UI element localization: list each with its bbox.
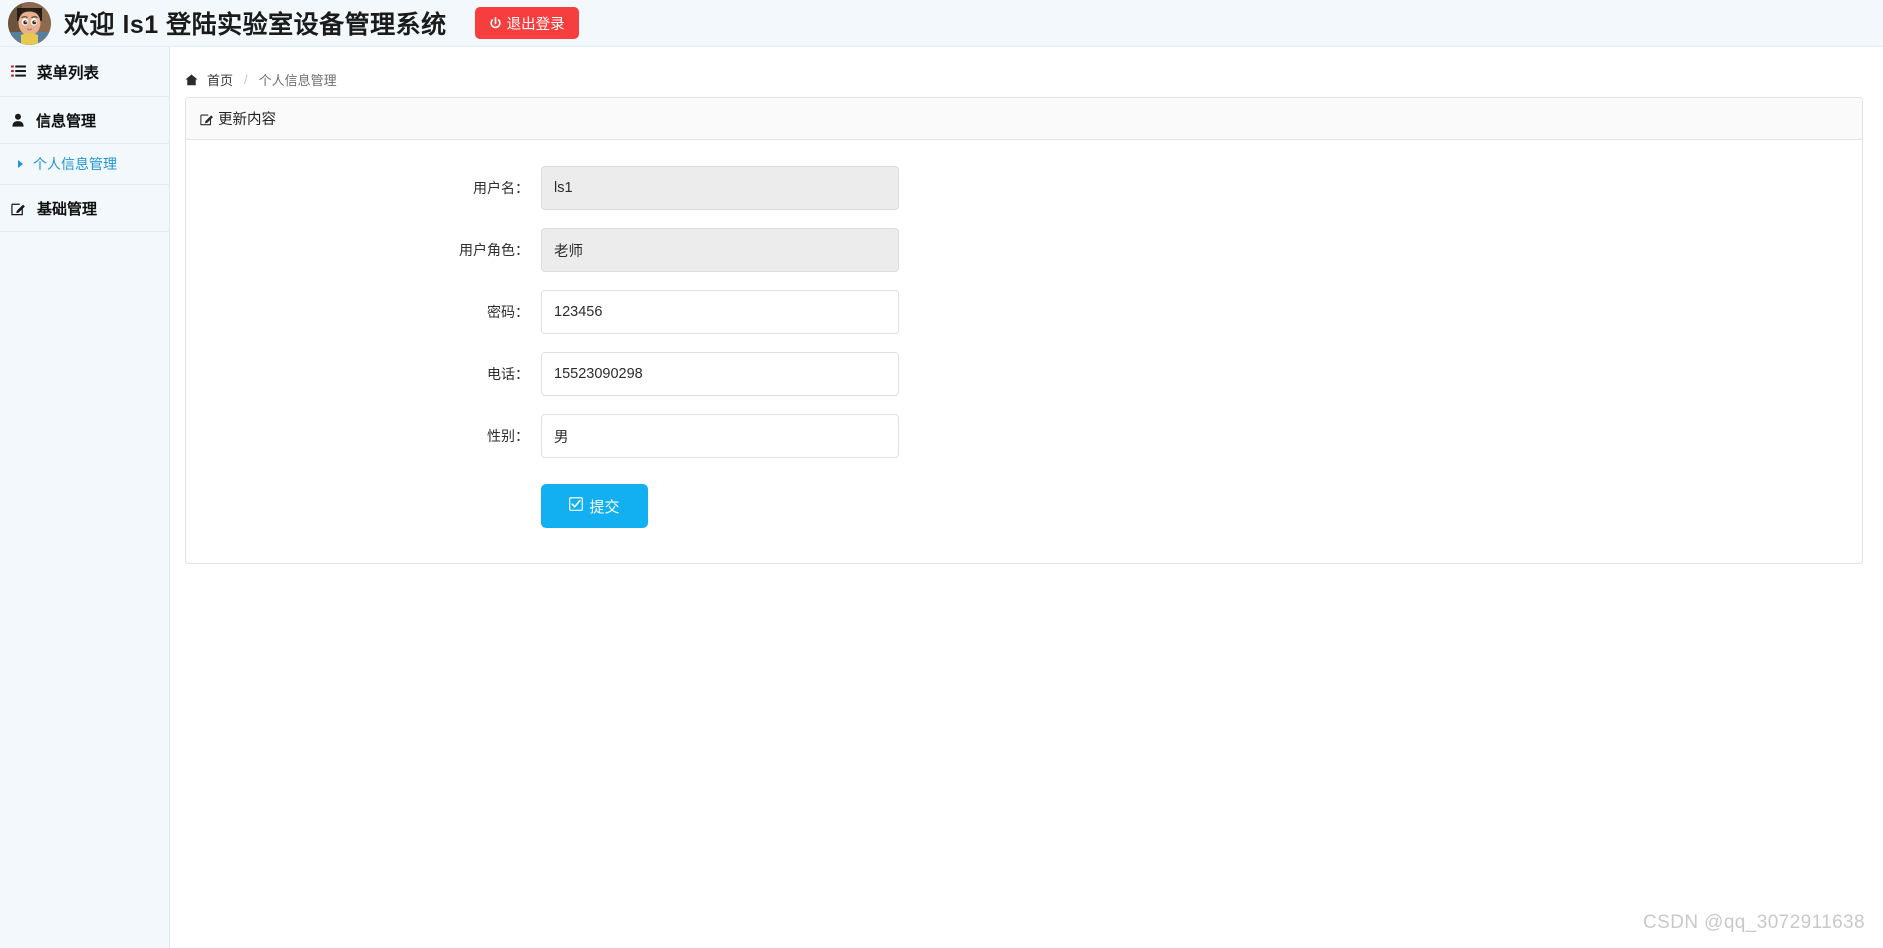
breadcrumb-current: 个人信息管理 (258, 73, 337, 88)
caret-right-icon (18, 160, 23, 168)
logout-button[interactable]: 退出登录 (474, 7, 579, 39)
avatar (8, 2, 51, 45)
panel-heading-label: 更新内容 (218, 112, 276, 128)
username-input (541, 166, 899, 210)
breadcrumb-separator: / (244, 72, 248, 87)
gender-input[interactable] (541, 414, 899, 458)
checkbox-checked-icon (569, 497, 584, 515)
form-actions-spacer (186, 484, 541, 528)
list-icon (11, 65, 26, 78)
sidebar-group-basic-management[interactable]: 基础管理 (0, 185, 169, 232)
sidebar: 菜单列表 信息管理 个人信息管理 基础管理 (0, 47, 170, 948)
home-icon (185, 74, 198, 86)
breadcrumb: 首页 / 个人信息管理 (170, 47, 1883, 93)
sidebar-group-label: 基础管理 (37, 200, 98, 218)
panel-body: 用户名： 用户角色： 密码： 电话： 性别： (186, 140, 1862, 558)
panel-heading: 更新内容 (186, 98, 1862, 140)
form-row-phone: 电话： (186, 352, 1862, 396)
edit-square-icon (11, 201, 26, 216)
edit-square-icon (200, 112, 214, 126)
form-row-username: 用户名： (186, 166, 1862, 210)
update-content-panel: 更新内容 用户名： 用户角色： 密码： 电话： (185, 97, 1863, 564)
user-icon (11, 113, 25, 127)
phone-input[interactable] (541, 352, 899, 396)
breadcrumb-home-link[interactable]: 首页 (207, 70, 233, 89)
logout-label: 退出登录 (506, 16, 565, 33)
sidebar-menu-header-label: 菜单列表 (37, 64, 100, 82)
submit-label: 提交 (589, 498, 620, 516)
content-area: 首页 / 个人信息管理 更新内容 用户名： ls1 用户角色： 老师 密码： 1… (170, 47, 1883, 948)
sidebar-item-label: 个人信息管理 (33, 156, 117, 172)
password-label: 密码： (487, 304, 529, 320)
form-row-gender: 性别： (186, 414, 1862, 458)
phone-label: 电话： (487, 366, 529, 382)
power-icon (489, 16, 502, 30)
sidebar-menu-header: 菜单列表 (0, 47, 169, 97)
sidebar-item-personal-info-management[interactable]: 个人信息管理 (0, 144, 169, 185)
form-actions: 提交 (186, 484, 1862, 528)
user-role-input (541, 228, 899, 272)
gender-label: 性别： (487, 428, 529, 444)
avatar-image (8, 2, 51, 45)
username-label: 用户名： (473, 180, 529, 196)
page-title: 欢迎 ls1 登陆实验室设备管理系统 (64, 11, 447, 39)
watermark: CSDN @qq_3072911638 (1643, 912, 1865, 933)
user-role-label: 用户角色： (459, 242, 529, 258)
password-input[interactable] (541, 290, 899, 334)
app-header: 欢迎 ls1 登陆实验室设备管理系统 退出登录 (0, 0, 1883, 47)
form-row-user-role: 用户角色： (186, 228, 1862, 272)
app-root: 欢迎 ls1 登陆实验室设备管理系统 退出登录 菜单列表 信息管理 个人信息管理… (0, 0, 1883, 948)
sidebar-group-label: 信息管理 (36, 112, 97, 130)
submit-button[interactable]: 提交 (541, 484, 648, 528)
form-row-password: 密码： (186, 290, 1862, 334)
sidebar-group-info-management[interactable]: 信息管理 (0, 97, 169, 144)
